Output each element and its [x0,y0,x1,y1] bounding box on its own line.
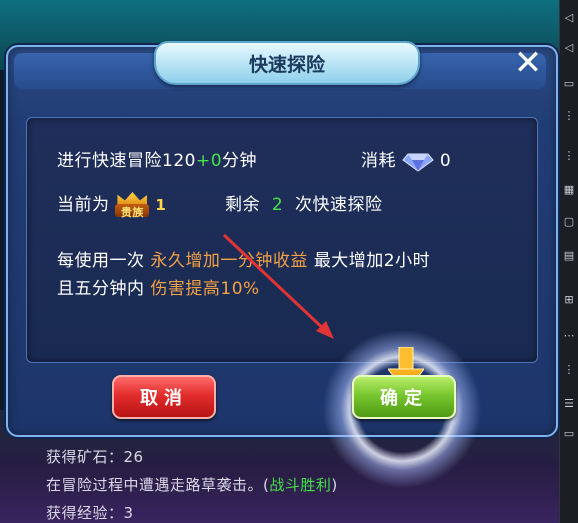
log-line-4: 获得经验：3 [46,504,134,522]
noble-crown-icon: 贵族 [115,192,150,219]
chat-icon[interactable]: ▭ [563,428,575,440]
screen-icon[interactable]: ▭ [563,78,575,90]
confirm-button[interactable]: 确定 [352,375,456,419]
diamond-icon [402,153,434,172]
noble-level: 1 [155,196,167,214]
volume-down-icon[interactable]: ◁ [563,42,575,54]
options-icon[interactable]: ⋯ [563,330,575,342]
side-toolbar: ◁ ◁ ▭ ⋮ ⋮ ▦ ▢ ▤ ⊞ ⋯ ⋮ ☰ ▭ [559,0,578,523]
noble-status: 当前为 贵族 1 [57,190,167,219]
menu-icon[interactable]: ⋮ [563,110,575,122]
list-icon[interactable]: ☰ [563,398,575,410]
cancel-button[interactable]: 取消 [112,375,216,419]
benefit-line-1: 每使用一次 永久增加一分钟收益 最大增加2小时 [57,251,431,271]
more-icon[interactable]: ⋮ [563,364,575,376]
folder-icon[interactable]: ▤ [563,250,575,262]
remaining-count: 剩余 2 次快速探险 [225,195,383,215]
benefit-line-2: 且五分钟内 伤害提高10% [57,279,260,299]
adventure-duration: 进行快速冒险120+0分钟 [57,151,258,171]
copy-icon[interactable]: ▢ [563,216,575,228]
plus-icon[interactable]: ⊞ [563,294,575,306]
info-panel: 进行快速冒险120+0分钟 消耗 0 当前为 贵族 1 剩余 2 次快速探险 每… [26,117,538,363]
quick-adventure-dialog: 快速探险 ✕ 进行快速冒险120+0分钟 消耗 0 当前为 贵族 1 剩余 2 … [6,41,558,489]
close-button[interactable]: ✕ [508,45,548,81]
keyboard-icon[interactable]: ▦ [563,184,575,196]
grid-icon[interactable]: ⋮ [563,150,575,162]
cost-display: 消耗 0 [361,151,452,172]
volume-icon[interactable]: ◁ [563,12,575,24]
dialog-title: 快速探险 [154,41,420,85]
